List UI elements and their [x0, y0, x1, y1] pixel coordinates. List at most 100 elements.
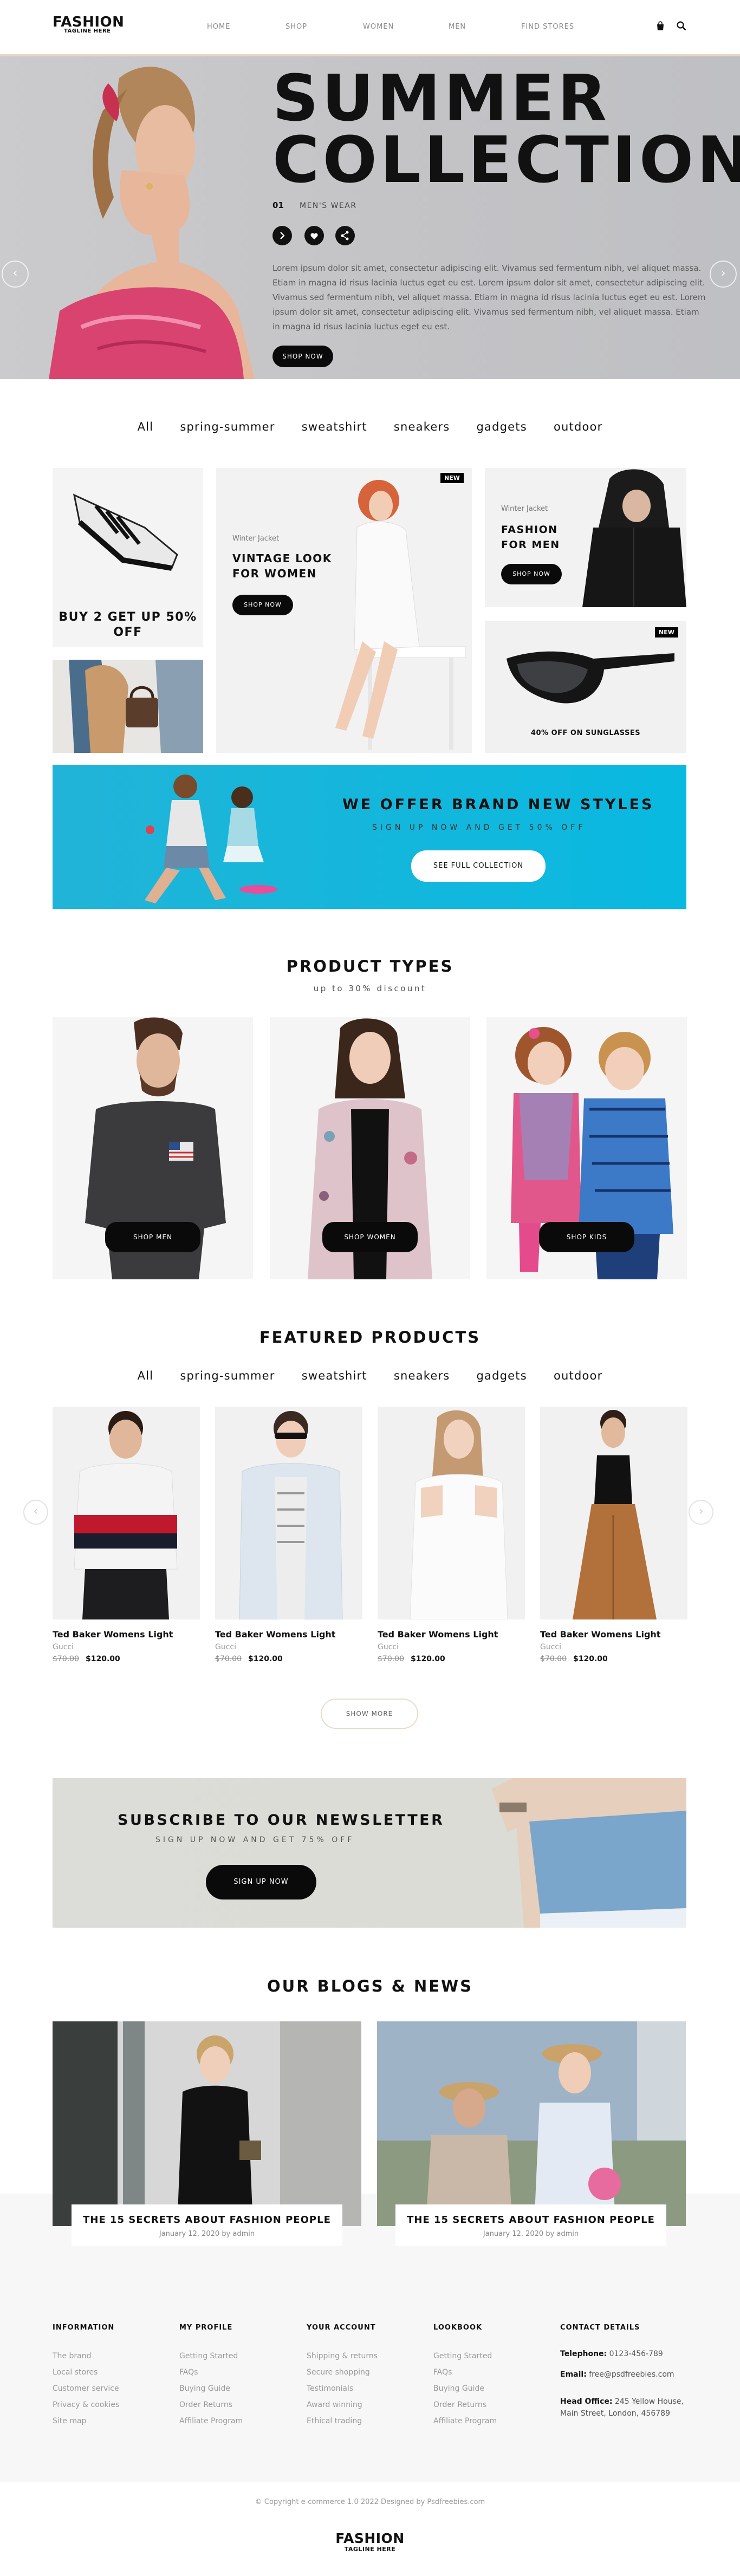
see-full-collection-button[interactable]: SEE FULL COLLECTION	[411, 850, 546, 882]
footer-logo[interactable]: FASHION	[0, 2531, 740, 2546]
footer-link[interactable]: Award winning	[307, 2397, 378, 2413]
footer-link[interactable]: The brand	[53, 2348, 119, 2364]
product-name[interactable]: Ted Baker Womens Light	[540, 1629, 687, 1640]
men-shop-now-button[interactable]: SHOP NOW	[501, 564, 562, 584]
sign-up-now-button[interactable]: SIGN UP NOW	[206, 1865, 316, 1900]
blog-image[interactable]	[377, 2021, 686, 2226]
product-name[interactable]: Ted Baker Womens Light	[53, 1629, 200, 1640]
product-name[interactable]: Ted Baker Womens Light	[215, 1629, 362, 1640]
tab-sweatshirt[interactable]: sweatshirt	[302, 420, 367, 433]
footer-link[interactable]: Customer service	[53, 2380, 119, 2397]
shop-men-card[interactable]: SHOP MEN	[53, 1017, 253, 1279]
footer-link[interactable]: Local stores	[53, 2364, 119, 2380]
footer-column-your-account: YOUR ACCOUNT Shipping & returns Secure s…	[307, 2324, 378, 2429]
product-price: $70.00 $120.00	[378, 1655, 445, 1663]
women-shop-now-button[interactable]: SHOP NOW	[232, 595, 293, 615]
men-jacket-image	[582, 469, 686, 607]
shop-kids-button[interactable]: SHOP KIDS	[539, 1222, 634, 1252]
promo-sunglasses-card[interactable]: NEW 40% OFF ON SUNGLASSES	[485, 621, 686, 753]
footer-link[interactable]: Affiliate Program	[433, 2413, 497, 2429]
hero-prev-arrow-icon[interactable]: ‹	[2, 261, 29, 288]
product-image[interactable]	[378, 1407, 525, 1619]
featured-category-tabs: All spring-summer sweatshirt sneakers ga…	[0, 1369, 740, 1382]
brand-styles-banner: WE OFFER BRAND NEW STYLES SIGN UP NOW AN…	[53, 765, 686, 909]
footer-column-title: CONTACT DETAILS	[560, 2324, 640, 2332]
blog-image[interactable]	[53, 2021, 361, 2226]
footer-link[interactable]: Ethical trading	[307, 2413, 378, 2429]
featured-tab-outdoor[interactable]: outdoor	[554, 1369, 602, 1382]
product-name[interactable]: Ted Baker Womens Light	[378, 1629, 525, 1640]
nav-find-stores[interactable]: FIND STORES	[521, 23, 574, 31]
nav-women[interactable]: WOMEN	[363, 23, 394, 31]
hero-slider: SUMMER COLLECTION 01 MEN'S WEAR Lorem ip…	[0, 56, 740, 379]
product-card[interactable]: Ted Baker Womens Light Gucci $70.00 $120.…	[53, 1407, 200, 1663]
product-image[interactable]	[53, 1407, 200, 1619]
featured-tab-gadgets[interactable]: gadgets	[477, 1369, 527, 1382]
footer-link[interactable]: Testimonials	[307, 2380, 378, 2397]
tab-outdoor[interactable]: outdoor	[554, 420, 602, 433]
product-image[interactable]	[215, 1407, 362, 1619]
footer-link[interactable]: Order Returns	[433, 2397, 497, 2413]
newsletter-section: SUBSCRIBE TO OUR NEWSLETTER SIGN UP NOW …	[53, 1778, 686, 1928]
women-card-title: VINTAGE LOOK FOR WOMEN	[232, 552, 332, 580]
product-price: $70.00 $120.00	[53, 1655, 120, 1663]
show-more-button[interactable]: SHOW MORE	[321, 1699, 418, 1729]
blog-title[interactable]: THE 15 SECRETS ABOUT FASHION PEOPLE	[395, 2214, 666, 2226]
nav-shop[interactable]: SHOP	[285, 23, 307, 31]
footer-column-contact: CONTACT DETAILS Telephone: 0123-456-789 …	[560, 2324, 690, 2419]
search-icon[interactable]	[676, 21, 687, 31]
footer-link[interactable]: FAQs	[433, 2364, 497, 2380]
featured-tab-all[interactable]: All	[138, 1369, 154, 1382]
footer-link[interactable]: FAQs	[179, 2364, 243, 2380]
blog-date: January 12, 2020 by admin	[159, 2230, 255, 2238]
featured-tab-sneakers[interactable]: sneakers	[394, 1369, 450, 1382]
footer-link[interactable]: Order Returns	[179, 2397, 243, 2413]
tab-all[interactable]: All	[138, 420, 154, 433]
footer-link[interactable]: Affiliate Program	[179, 2413, 243, 2429]
featured-tab-sweatshirt[interactable]: sweatshirt	[302, 1369, 367, 1382]
footer-link[interactable]: Privacy & cookies	[53, 2397, 119, 2413]
footer-column-title: INFORMATION	[53, 2324, 115, 2332]
product-price: $70.00 $120.00	[540, 1655, 608, 1663]
hero-title: SUMMER COLLECTION	[272, 61, 740, 197]
products-next-arrow-icon[interactable]: ›	[689, 1500, 713, 1525]
play-icon[interactable]	[272, 226, 292, 245]
shop-kids-card[interactable]: SHOP KIDS	[486, 1017, 687, 1279]
shop-women-button[interactable]: SHOP WOMEN	[322, 1222, 418, 1252]
footer-column-my-profile: MY PROFILE Getting Started FAQs Buying G…	[179, 2324, 243, 2429]
footer-link[interactable]: Secure shopping	[307, 2364, 378, 2380]
heart-icon[interactable]	[304, 226, 324, 245]
bag-icon[interactable]	[655, 21, 666, 31]
nav-home[interactable]: HOME	[207, 23, 230, 31]
contact-office: Head Office: 245 Yellow House, Main Stre…	[560, 2397, 684, 2418]
product-card[interactable]: Ted Baker Womens Light Gucci $70.00 $120.…	[540, 1407, 687, 1663]
products-prev-arrow-icon[interactable]: ‹	[23, 1500, 48, 1525]
footer-link[interactable]: Getting Started	[179, 2348, 243, 2364]
product-card[interactable]: Ted Baker Womens Light Gucci $70.00 $120.…	[215, 1407, 362, 1663]
product-brand: Gucci	[378, 1643, 399, 1651]
promo-women-card[interactable]: Winter Jacket VINTAGE LOOK FOR WOMEN SHO…	[216, 468, 472, 753]
footer-link[interactable]: Buying Guide	[433, 2380, 497, 2397]
tab-spring-summer[interactable]: spring-summer	[180, 420, 275, 433]
footer-link[interactable]: Getting Started	[433, 2348, 497, 2364]
slide-number: 01	[272, 200, 284, 210]
blog-title[interactable]: THE 15 SECRETS ABOUT FASHION PEOPLE	[72, 2214, 342, 2226]
shop-women-card[interactable]: SHOP WOMEN	[270, 1017, 470, 1279]
contact-email[interactable]: Email: free@psdfreebies.com	[560, 2369, 690, 2380]
promo-buy2-card[interactable]: BUY 2 GET UP 50% OFF	[53, 468, 203, 647]
shop-men-button[interactable]: SHOP MEN	[105, 1222, 200, 1252]
footer-link[interactable]: Site map	[53, 2413, 119, 2429]
hero-shop-now-button[interactable]: SHOP NOW	[272, 346, 333, 367]
promo-bag-card[interactable]	[53, 660, 203, 753]
promo-men-card[interactable]: Winter Jacket FASHION FOR MEN SHOP NOW	[485, 468, 686, 607]
product-card[interactable]: Ted Baker Womens Light Gucci $70.00 $120.…	[378, 1407, 525, 1663]
featured-tab-spring-summer[interactable]: spring-summer	[180, 1369, 275, 1382]
footer-link[interactable]: Shipping & returns	[307, 2348, 378, 2364]
hero-next-arrow-icon[interactable]: ›	[710, 261, 737, 288]
share-icon[interactable]	[335, 226, 355, 245]
nav-men[interactable]: MEN	[449, 23, 466, 31]
tab-gadgets[interactable]: gadgets	[477, 420, 527, 433]
tab-sneakers[interactable]: sneakers	[394, 420, 450, 433]
product-image[interactable]	[540, 1407, 687, 1619]
footer-link[interactable]: Buying Guide	[179, 2380, 243, 2397]
